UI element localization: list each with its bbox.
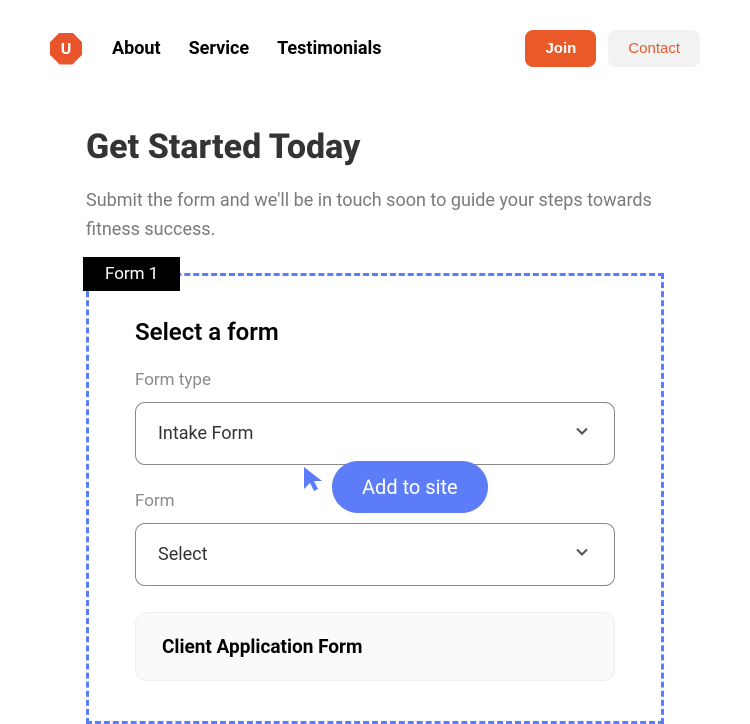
- nav-links: About Service Testimonials: [112, 38, 382, 59]
- logo-icon[interactable]: U: [50, 33, 82, 65]
- chevron-down-icon: [572, 542, 592, 567]
- main-content: Get Started Today Submit the form and we…: [0, 67, 750, 724]
- nav-about[interactable]: About: [112, 38, 161, 59]
- form-type-value: Intake Form: [158, 423, 253, 444]
- contact-button[interactable]: Contact: [608, 30, 700, 67]
- form-type-label: Form type: [135, 370, 615, 390]
- form-option-card[interactable]: Client Application Form: [135, 612, 615, 681]
- form-type-select[interactable]: Intake Form: [135, 402, 615, 465]
- page-subtitle: Submit the form and we'll be in touch so…: [86, 187, 664, 245]
- nav-testimonials[interactable]: Testimonials: [277, 38, 381, 59]
- cursor-tooltip: Add to site: [302, 461, 488, 513]
- nav-actions: Join Contact: [525, 30, 700, 67]
- block-label-tag[interactable]: Form 1: [83, 257, 180, 291]
- panel-title: Select a form: [135, 318, 615, 346]
- form-option-title: Client Application Form: [162, 635, 588, 658]
- add-to-site-tooltip: Add to site: [332, 461, 488, 513]
- join-button[interactable]: Join: [525, 30, 596, 67]
- cursor-icon: [302, 465, 326, 497]
- nav-service[interactable]: Service: [189, 38, 250, 59]
- form-select[interactable]: Select: [135, 523, 615, 586]
- chevron-down-icon: [572, 421, 592, 446]
- form-value: Select: [158, 544, 207, 565]
- page-title: Get Started Today: [86, 127, 664, 167]
- form-editor-wrap: Form 1 Select a form Form type Intake Fo…: [86, 273, 664, 724]
- navbar: U About Service Testimonials Join Contac…: [0, 0, 750, 67]
